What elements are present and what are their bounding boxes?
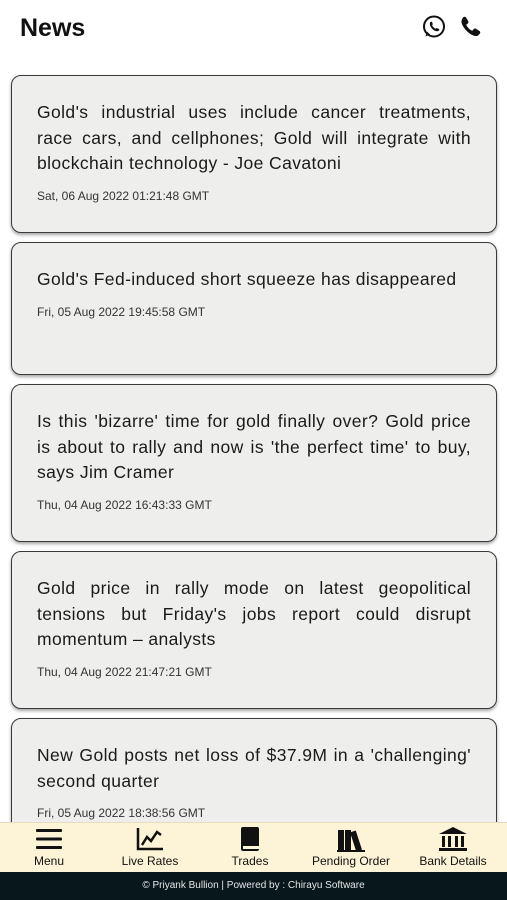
news-headline: Gold price in rally mode on latest geopo…: [37, 578, 471, 649]
news-date: Fri, 05 Aug 2022 19:45:58 GMT: [37, 304, 206, 319]
news-date: Thu, 04 Aug 2022 21:47:21 GMT: [37, 664, 212, 679]
menu-icon: [36, 829, 62, 849]
nav-label: Bank Details: [419, 854, 487, 868]
nav-item-live-rates[interactable]: Live Rates: [114, 823, 186, 873]
nav-item-trades[interactable]: Trades: [222, 823, 278, 873]
whatsapp-icon[interactable]: [421, 14, 447, 40]
news-date: Thu, 04 Aug 2022 16:43:33 GMT: [37, 497, 212, 512]
nav-item-pending-order[interactable]: Pending Order: [304, 823, 398, 873]
news-card[interactable]: Gold's Fed-induced short squeeze has dis…: [11, 242, 497, 375]
bank-icon: [439, 827, 467, 851]
nav-label: Live Rates: [121, 854, 179, 868]
news-card[interactable]: Is this 'bizarre' time for gold finally …: [11, 384, 497, 542]
books-icon: [337, 830, 365, 852]
news-headline: New Gold posts net loss of $37.9M in a '…: [37, 745, 471, 791]
app-header: News: [0, 0, 507, 58]
news-date: Fri, 05 Aug 2022 18:38:56 GMT: [37, 806, 206, 820]
news-headline: Is this 'bizarre' time for gold finally …: [37, 411, 471, 482]
nav-item-bank-details[interactable]: Bank Details: [412, 823, 494, 873]
nav-label: Pending Order: [311, 854, 391, 868]
news-card[interactable]: Gold price in rally mode on latest geopo…: [11, 551, 497, 709]
news-list[interactable]: Gold's industrial uses include cancer tr…: [0, 58, 507, 822]
footer-credits: © Priyank Bullion | Powered by : Chirayu…: [0, 872, 507, 900]
news-headline: Gold's industrial uses include cancer tr…: [37, 102, 471, 173]
news-headline: Gold's Fed-induced short squeeze has dis…: [37, 269, 457, 289]
nav-label: Menu: [33, 854, 65, 868]
nav-item-menu[interactable]: Menu: [18, 823, 80, 873]
nav-label: Trades: [231, 854, 269, 868]
bottom-nav: Menu Live Rates Trades Pending Order Ban…: [0, 822, 507, 872]
book-icon: [241, 827, 259, 851]
phone-icon[interactable]: [458, 14, 484, 40]
page-title: News: [20, 14, 86, 42]
news-card[interactable]: Gold's industrial uses include cancer tr…: [11, 75, 497, 233]
news-card[interactable]: New Gold posts net loss of $37.9M in a '…: [11, 718, 497, 822]
news-date: Sat, 06 Aug 2022 01:21:48 GMT: [37, 188, 210, 203]
chart-icon: [136, 828, 163, 851]
